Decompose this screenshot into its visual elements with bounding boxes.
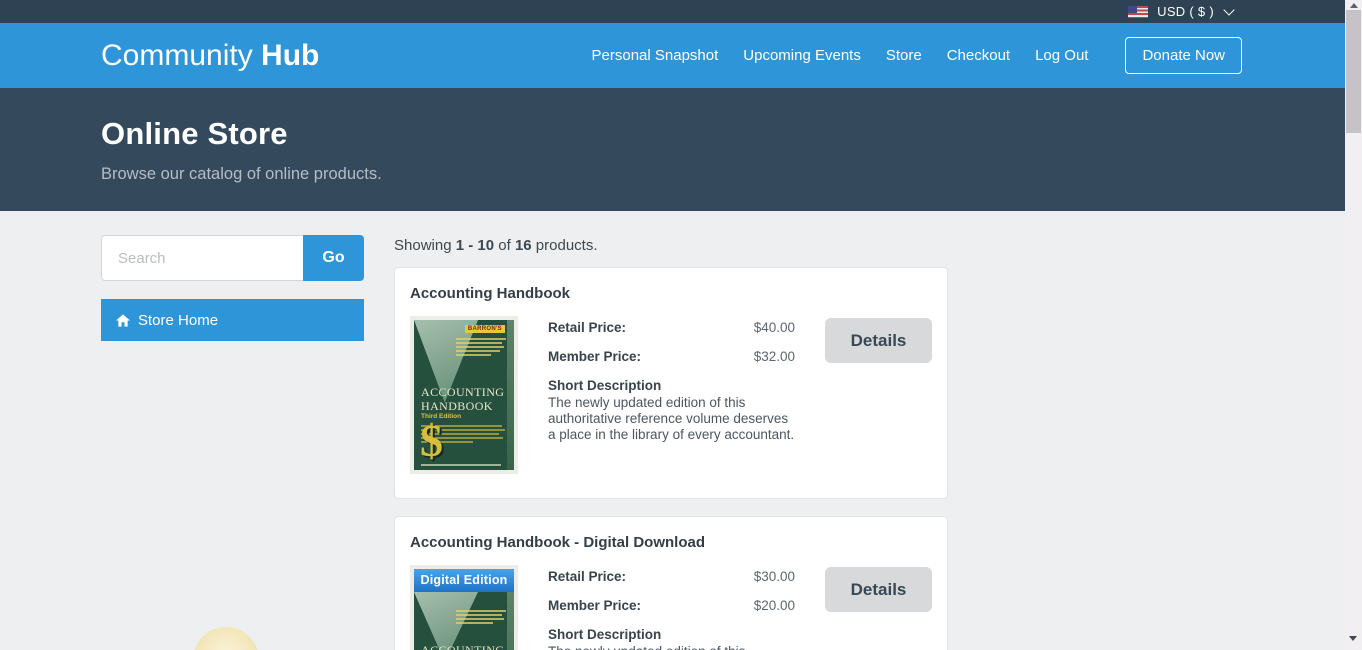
showing-of: of (498, 237, 511, 254)
site-logo[interactable]: Community Hub (101, 39, 319, 73)
product-info: Retail Price: $30.00 Member Price: $20.0… (548, 565, 795, 650)
cover-dollar-art: $ (420, 421, 443, 461)
member-price-label: Member Price: (548, 349, 641, 364)
us-flag-icon (1128, 6, 1148, 18)
page-subtitle: Browse our catalog of online products. (101, 165, 1362, 184)
member-price-value: $32.00 (754, 349, 795, 364)
logo-text-light: Community (101, 39, 253, 72)
digital-edition-banner: Digital Edition (414, 569, 514, 592)
retail-price-row: Retail Price: $30.00 (548, 569, 795, 584)
showing-range: 1 - 10 (456, 237, 494, 254)
product-info: Retail Price: $40.00 Member Price: $32.0… (548, 316, 795, 443)
retail-price-row: Retail Price: $40.00 (548, 320, 795, 335)
currency-selector[interactable]: USD ( $ ) (1157, 4, 1214, 19)
search-input[interactable] (101, 235, 303, 281)
showing-suffix: products. (536, 237, 598, 254)
showing-word: Showing (394, 237, 452, 254)
home-icon (116, 314, 130, 327)
product-cover-image: BARRON'S ACCOUNTING HANDBOOK Third Editi… (410, 316, 518, 474)
scrollbar[interactable] (1345, 0, 1362, 650)
product-cover-image: Digital Edition ACCOUNTING HANDBOOK (410, 565, 518, 650)
short-description-text: The newly updated edition of this (548, 644, 795, 650)
details-button[interactable]: Details (825, 567, 932, 612)
cover-brand-label: BARRON'S (465, 325, 505, 333)
cover-fine-print-lines (456, 338, 506, 358)
scrollbar-thumb[interactable] (1346, 10, 1361, 133)
retail-price-value: $30.00 (754, 569, 795, 584)
nav-link-store[interactable]: Store (886, 47, 922, 64)
product-title: Accounting Handbook (410, 285, 932, 302)
nav-link-checkout[interactable]: Checkout (947, 47, 1010, 64)
nav-link-upcoming-events[interactable]: Upcoming Events (743, 47, 861, 64)
logo-text-bold: Hub (261, 39, 319, 72)
member-price-label: Member Price: (548, 598, 641, 613)
member-price-row: Member Price: $20.00 (548, 598, 795, 613)
cover-book-title: ACCOUNTING HANDBOOK (421, 643, 504, 650)
member-price-row: Member Price: $32.00 (548, 349, 795, 364)
nav-link-personal-snapshot[interactable]: Personal Snapshot (592, 47, 719, 64)
product-list: Showing 1 - 10 of 16 products. Accountin… (394, 237, 948, 650)
retail-price-value: $40.00 (754, 320, 795, 335)
product-card: Accounting Handbook BARRON'S ACCOUNT (394, 267, 948, 499)
main-navbar: Community Hub Personal Snapshot Upcoming… (0, 23, 1362, 88)
results-count: Showing 1 - 10 of 16 products. (394, 237, 948, 254)
scrollbar-up-arrow-icon[interactable] (1350, 3, 1358, 8)
store-home-label: Store Home (138, 312, 218, 329)
chevron-down-icon[interactable] (1223, 4, 1234, 15)
showing-total: 16 (515, 237, 532, 254)
page-title: Online Store (101, 116, 1362, 152)
nav-link-log-out[interactable]: Log Out (1035, 47, 1088, 64)
page-hero: Online Store Browse our catalog of onlin… (0, 88, 1362, 211)
retail-price-label: Retail Price: (548, 569, 626, 584)
donate-now-button[interactable]: Donate Now (1125, 37, 1242, 74)
currency-topbar: USD ( $ ) (0, 0, 1362, 23)
short-description-text: The newly updated edition of this author… (548, 395, 795, 443)
short-description-label: Short Description (548, 378, 795, 393)
short-description-label: Short Description (548, 627, 795, 642)
nav-links: Personal Snapshot Upcoming Events Store … (592, 37, 1242, 74)
cover-fine-print-lines (456, 610, 506, 626)
retail-price-label: Retail Price: (548, 320, 626, 335)
store-content: Go Store Home Showing 1 - 10 of 16 produ… (0, 211, 1362, 650)
cover-book-title: ACCOUNTING HANDBOOK (421, 385, 504, 413)
member-price-value: $20.00 (754, 598, 795, 613)
sidebar-item-store-home[interactable]: Store Home (101, 299, 364, 341)
scrollbar-down-arrow-icon[interactable] (1349, 636, 1357, 641)
search-bar: Go (101, 235, 364, 281)
store-sidebar: Go Store Home (101, 235, 364, 341)
search-go-button[interactable]: Go (303, 235, 364, 281)
cover-author-line (421, 464, 501, 466)
details-button[interactable]: Details (825, 318, 932, 363)
product-title: Accounting Handbook - Digital Download (410, 534, 932, 551)
product-card: Accounting Handbook - Digital Download D… (394, 516, 948, 650)
